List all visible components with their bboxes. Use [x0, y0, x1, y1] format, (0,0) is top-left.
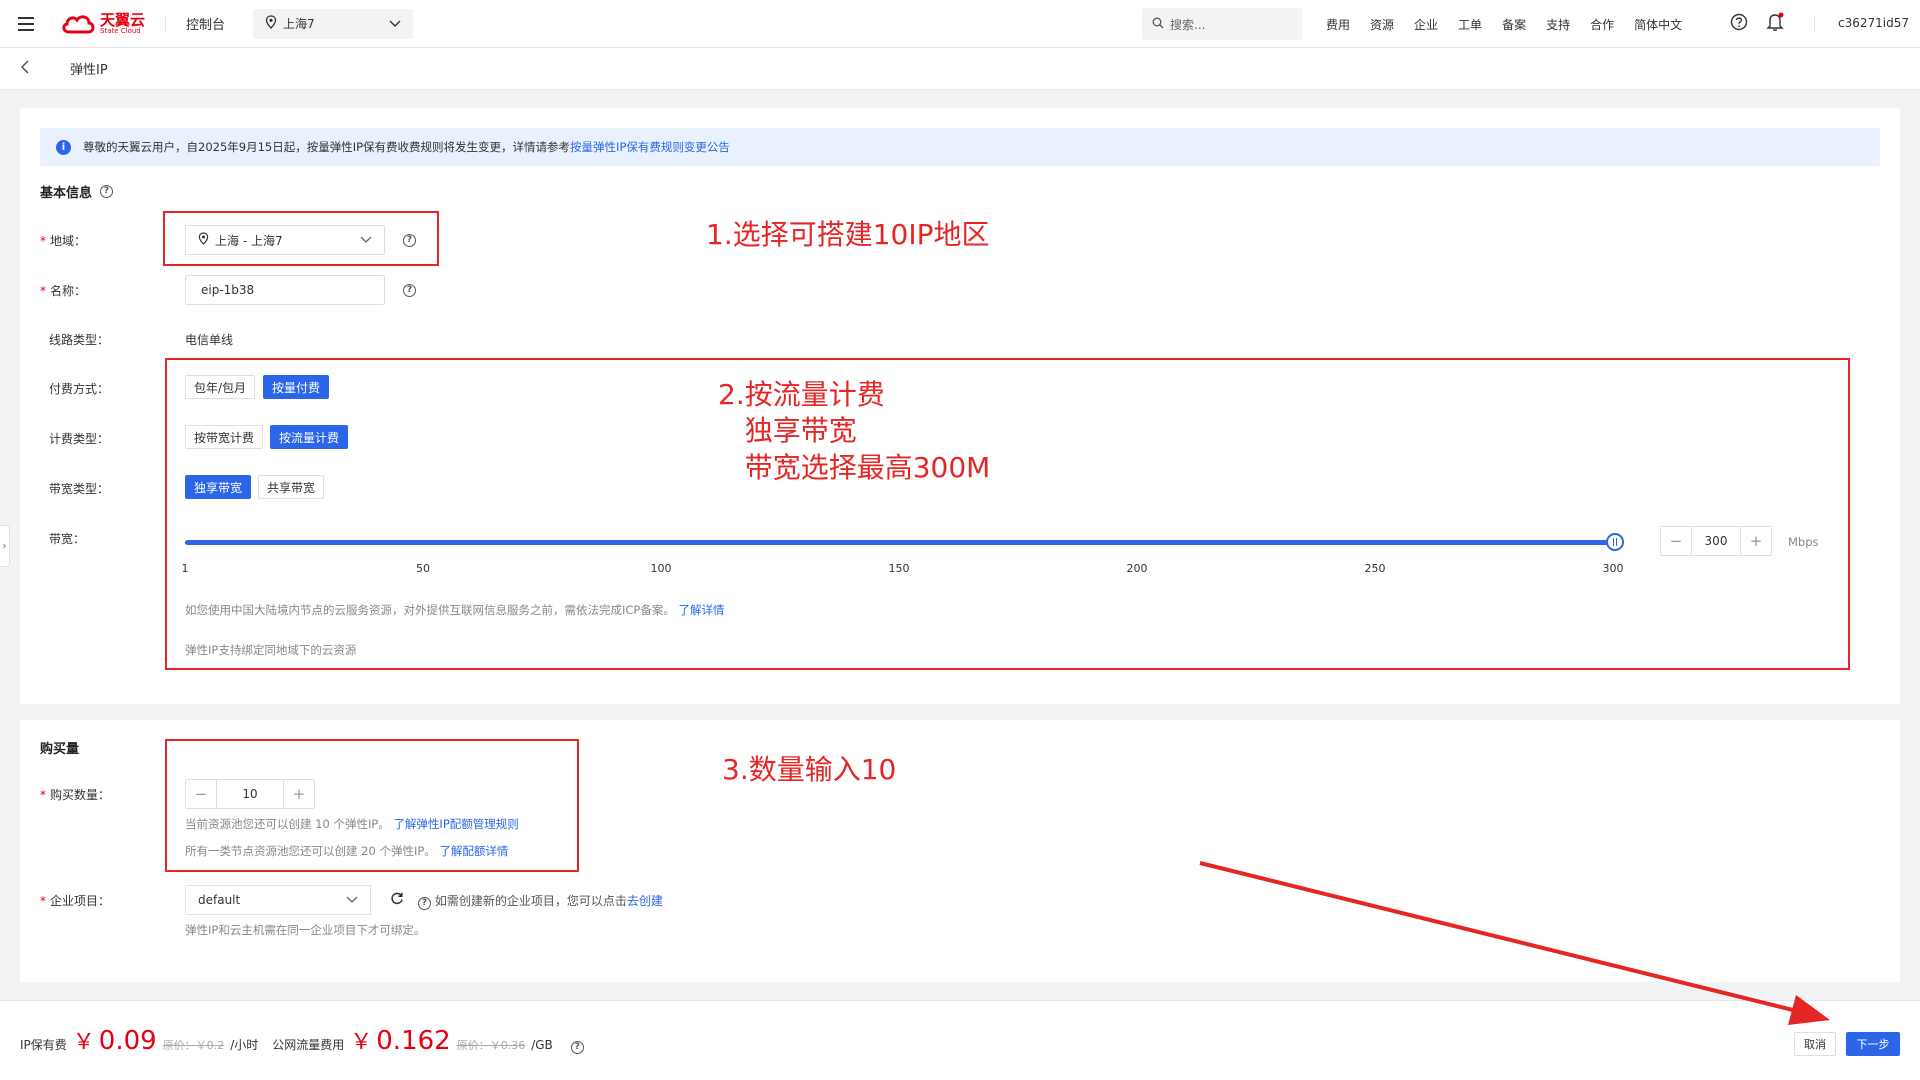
nav-enterprise[interactable]: 企业 — [1414, 16, 1438, 33]
bandwidth-label: 带宽： — [49, 532, 86, 546]
project-hint: ? 如需创建新的企业项目，您可以点击去创建 — [418, 892, 663, 910]
cloud-logo-icon — [62, 14, 95, 33]
back-arrow-icon[interactable] — [20, 59, 52, 78]
section-title-purchase: 购买量 — [40, 738, 79, 757]
region-selector[interactable]: 上海7 — [253, 8, 414, 39]
line-type-label: 线路类型： — [49, 333, 110, 347]
ip-fee-price: ￥ 0.09 — [73, 1024, 157, 1056]
currency-symbol: ￥ — [72, 1030, 95, 1055]
console-link[interactable]: 控制台 — [186, 14, 225, 33]
refresh-icon[interactable] — [390, 891, 404, 909]
nav-filing[interactable]: 备案 — [1502, 16, 1526, 33]
name-label-text: 名称： — [50, 284, 87, 298]
traffic-fee-original: 原价：￥0.36 — [456, 1039, 526, 1052]
location-pin-icon — [265, 15, 277, 32]
help-icon: ? — [418, 897, 431, 910]
annotation-box-billing — [165, 358, 1850, 670]
annotation-step-2: 2.按流量计费 独享带宽 带宽选择最高300M — [718, 378, 991, 484]
section-title-basic: 基本信息 ? — [40, 182, 114, 201]
bell-icon[interactable] — [1766, 12, 1784, 35]
nav-resources[interactable]: 资源 — [1370, 16, 1394, 33]
annotation-step-1: 1.选择可搭建10IP地区 — [706, 218, 990, 251]
quantity-label-text: 购买数量： — [50, 788, 111, 802]
required-mark: * — [40, 234, 46, 248]
price-summary: IP保有费 ￥ 0.09 原价：￥0.2 /小时 公网流量费用 ￥ 0.162 原价… — [20, 1024, 584, 1056]
logo-subtext: State Cloud — [100, 26, 141, 35]
required-mark: * — [40, 284, 46, 298]
help-icon[interactable]: ? — [100, 185, 114, 198]
annotation-step-3: 3.数量输入10 — [722, 753, 897, 786]
currency-symbol: ￥ — [350, 1030, 373, 1055]
region-label: * 地域： — [40, 232, 86, 249]
project-note: 弹性IP和云主机需在同一企业项目下才可绑定。 — [185, 923, 426, 937]
menu-icon[interactable] — [0, 0, 52, 48]
notice-text: 尊敬的天翼云用户，自2025年9月15日起，按量弹性IP保有费收费规则将发生变更… — [83, 140, 571, 154]
section-title-text: 购买量 — [40, 742, 80, 757]
create-project-link[interactable]: 去创建 — [627, 894, 663, 908]
nav-billing[interactable]: 费用 — [1326, 16, 1350, 33]
cancel-button[interactable]: 取消 — [1794, 1032, 1836, 1056]
required-mark: * — [40, 894, 46, 908]
ip-fee-unit: /小时 — [230, 1038, 259, 1052]
search-placeholder: 搜索... — [1170, 17, 1206, 32]
logo-text: 天翼云 — [100, 10, 146, 29]
traffic-fee-price: ￥ 0.162 — [350, 1024, 450, 1056]
next-button[interactable]: 下一步 — [1846, 1032, 1900, 1056]
page-title: 弹性IP — [70, 63, 108, 78]
traffic-fee-unit: /GB — [531, 1038, 553, 1052]
nav-partner[interactable]: 合作 — [1590, 16, 1614, 33]
ip-fee-label: IP保有费 — [20, 1038, 67, 1052]
name-label: * 名称： — [40, 282, 86, 299]
traffic-fee-value: 0.162 — [376, 1026, 451, 1056]
annotation-box-quantity — [165, 739, 579, 872]
search-input[interactable]: 搜索... — [1142, 8, 1302, 40]
help-icon[interactable]: ? — [570, 1041, 584, 1054]
notice-link[interactable]: 按量弹性IP保有费规则变更公告 — [570, 139, 730, 155]
info-icon: i — [56, 139, 71, 155]
quantity-label: * 购买数量： — [40, 786, 110, 803]
top-nav: 费用 资源 企业 工单 备案 支持 合作 简体中文 — [1316, 0, 1692, 48]
search-icon — [1152, 17, 1164, 32]
notice-banner: i 尊敬的天翼云用户，自2025年9月15日起，按量弹性IP保有费收费规则将发生… — [40, 128, 1880, 166]
project-hint-text: 如需创建新的企业项目，您可以点击 — [434, 894, 627, 908]
annotation-box-region — [163, 211, 439, 266]
project-label: * 企业项目： — [40, 892, 110, 909]
ip-fee-value: 0.09 — [98, 1026, 157, 1056]
name-input[interactable]: eip-1b38 — [185, 275, 385, 305]
bandwidth-type-label: 带宽类型： — [49, 482, 110, 496]
nav-support[interactable]: 支持 — [1546, 16, 1570, 33]
help-icon[interactable]: ? — [403, 284, 416, 297]
region-value: 上海7 — [283, 17, 315, 31]
project-select[interactable]: default — [185, 885, 371, 915]
user-account[interactable]: c36271id57 — [1838, 16, 1909, 30]
region-label-text: 地域： — [50, 234, 87, 248]
chevron-down-icon — [346, 893, 358, 907]
help-icon[interactable] — [1730, 13, 1748, 34]
breadcrumb: 弹性IP — [0, 48, 1920, 90]
top-icons — [1730, 12, 1784, 35]
nav-tickets[interactable]: 工单 — [1458, 16, 1482, 33]
pay-type-label: 付费方式： — [49, 382, 110, 396]
section-title-text: 基本信息 — [40, 186, 93, 201]
project-label-text: 企业项目： — [50, 894, 111, 908]
logo[interactable]: 天翼云 State Cloud — [60, 10, 146, 35]
expand-side-tab[interactable]: › — [0, 525, 10, 567]
nav-language[interactable]: 简体中文 — [1634, 16, 1682, 33]
chevron-down-icon — [389, 17, 401, 31]
traffic-fee-label: 公网流量费用 — [272, 1038, 345, 1052]
divider — [1814, 15, 1815, 33]
ip-fee-original: 原价：￥0.2 — [162, 1039, 225, 1052]
required-mark: * — [40, 788, 46, 802]
annotation-arrow — [1199, 861, 1830, 1025]
line-type-value: 电信单线 — [185, 333, 234, 347]
project-select-value: default — [198, 893, 241, 907]
divider — [165, 14, 167, 33]
billing-type-label: 计费类型： — [49, 432, 110, 446]
